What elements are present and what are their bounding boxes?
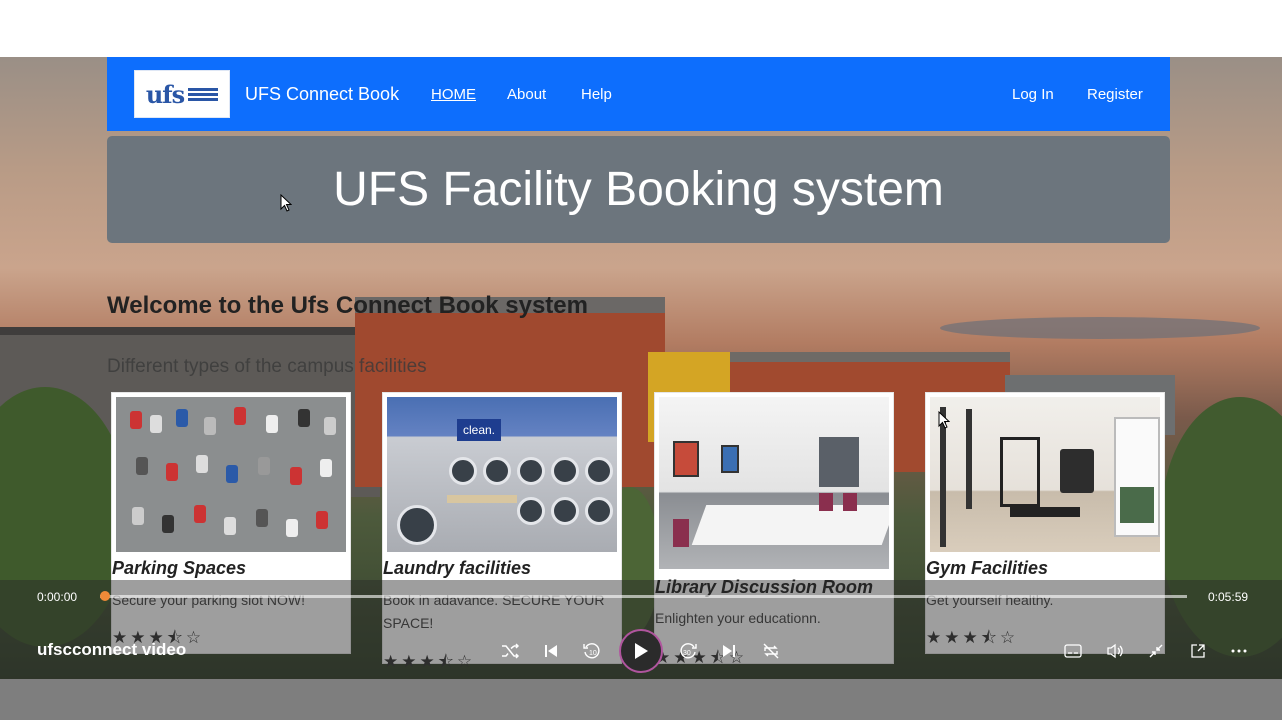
- card-title: Laundry facilities: [383, 558, 532, 578]
- brand-name[interactable]: UFS Connect Book: [245, 84, 399, 105]
- rewind-label: 10: [589, 650, 597, 657]
- login-link[interactable]: Log In: [1012, 86, 1054, 103]
- player-bottom-band: [0, 679, 1282, 720]
- more-icon[interactable]: [1228, 640, 1250, 662]
- next-icon[interactable]: [718, 640, 740, 662]
- previous-icon[interactable]: [540, 640, 562, 662]
- rewind-10-icon[interactable]: 10: [581, 640, 603, 662]
- facilities-subtitle: Different types of the campus facilities: [107, 356, 427, 377]
- gym-image: [930, 397, 1160, 552]
- captions-icon[interactable]: [1062, 640, 1084, 662]
- seek-bar[interactable]: [100, 595, 1187, 598]
- video-title: ufscconnect video: [37, 640, 187, 659]
- volume-icon[interactable]: [1104, 640, 1126, 662]
- mouse-cursor-icon: [938, 411, 950, 429]
- logo-caption-lines: [188, 87, 219, 101]
- card-title: Parking Spaces: [112, 558, 247, 578]
- total-time: 0:05:59: [1208, 590, 1249, 604]
- card-title: Gym Facilities: [926, 558, 1049, 578]
- hero-title: UFS Facility Booking system: [333, 163, 944, 216]
- seek-thumb[interactable]: [100, 591, 110, 601]
- elapsed-time: 0:00:00: [37, 590, 78, 604]
- logo-mark: ufs: [145, 79, 185, 109]
- nav-link-home[interactable]: HOME: [431, 86, 476, 103]
- nav-link-help[interactable]: Help: [581, 86, 612, 103]
- ufs-logo[interactable]: ufs: [134, 70, 230, 118]
- navbar: ufs UFS Connect Book HOME About Help Log…: [107, 57, 1170, 131]
- welcome-heading: Welcome to the Ufs Connect Book system: [107, 292, 588, 319]
- exit-fullscreen-icon[interactable]: [1145, 640, 1167, 662]
- mouse-cursor-icon: [280, 194, 292, 212]
- background-cloud: [940, 317, 1260, 339]
- laundry-image: clean.: [387, 397, 617, 552]
- play-icon: [635, 643, 648, 659]
- mini-player-icon[interactable]: [1187, 640, 1209, 662]
- play-button[interactable]: [619, 629, 663, 673]
- register-link[interactable]: Register: [1087, 86, 1143, 103]
- forward-label: 30: [683, 650, 691, 657]
- library-room-image: [659, 397, 889, 569]
- hero-banner: UFS Facility Booking system: [107, 136, 1170, 243]
- laundry-sign: clean.: [457, 419, 501, 441]
- shuffle-icon[interactable]: [499, 640, 521, 662]
- nav-link-about[interactable]: About: [507, 86, 546, 103]
- forward-30-icon[interactable]: 30: [677, 640, 699, 662]
- repeat-off-icon[interactable]: [760, 640, 782, 662]
- parking-image: [116, 397, 346, 552]
